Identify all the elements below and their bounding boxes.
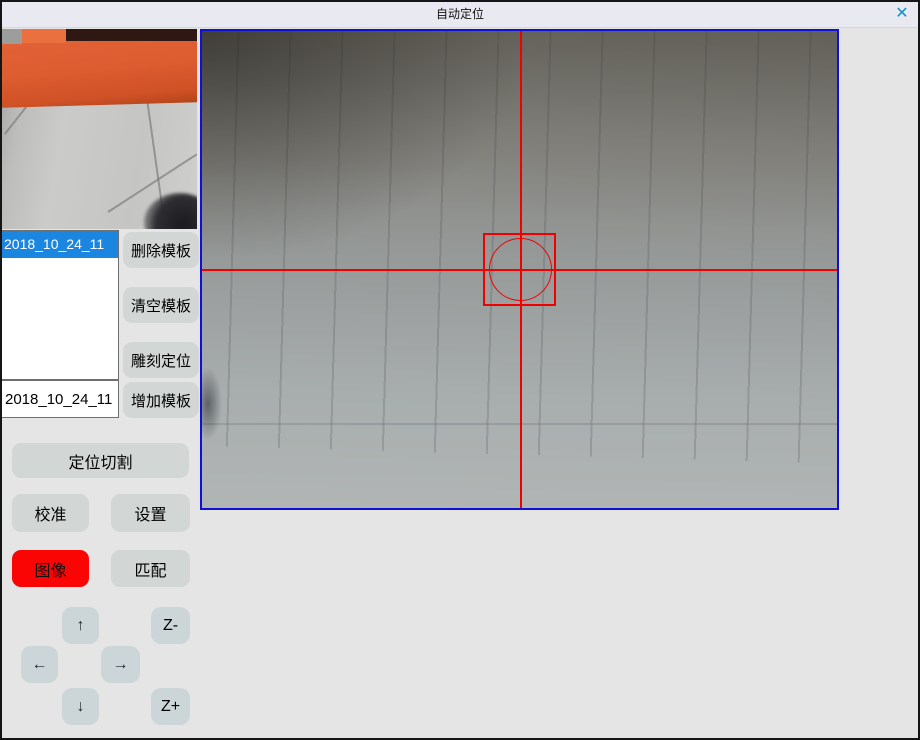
jog-left-arrow-button[interactable]: ← [21, 646, 58, 683]
auto-position-dialog: 自动定位 ✕ 2018_10_24_11 删除模板 清空模板 雕刻定位 增加模板… [0, 0, 920, 740]
z-plus-button[interactable]: Z+ [151, 688, 190, 725]
match-region-circle [489, 238, 552, 301]
position-cut-button[interactable]: 定位切割 [12, 443, 189, 478]
engrave-position-button[interactable]: 雕刻定位 [123, 342, 199, 378]
jog-right-arrow-button[interactable]: → [101, 646, 140, 683]
thumbnail-gray-patch [2, 29, 22, 44]
thumbnail-dark-strip [64, 29, 197, 41]
dialog-title: 自动定位 [0, 0, 920, 28]
settings-button[interactable]: 设置 [111, 494, 190, 532]
add-template-button[interactable]: 增加模板 [123, 382, 199, 418]
jog-down-arrow-button[interactable]: ↓ [62, 688, 99, 725]
jog-up-arrow-button[interactable]: ↑ [62, 607, 99, 644]
image-button-active[interactable]: 图像 [12, 550, 89, 587]
thumbnail-orange-block [22, 29, 66, 43]
titlebar: 自动定位 ✕ [0, 0, 920, 28]
z-minus-button[interactable]: Z- [151, 607, 190, 644]
calibrate-button[interactable]: 校准 [12, 494, 89, 532]
clear-templates-button[interactable]: 清空模板 [123, 287, 199, 323]
camera-feed [202, 31, 837, 508]
close-icon[interactable]: ✕ [891, 4, 913, 24]
template-name-field[interactable] [1, 380, 119, 418]
template-list-item[interactable]: 2018_10_24_11 [2, 231, 118, 258]
template-list[interactable]: 2018_10_24_11 [1, 230, 119, 380]
delete-template-button[interactable]: 删除模板 [123, 232, 199, 268]
template-thumbnail [2, 29, 197, 229]
camera-view [200, 29, 839, 510]
match-button[interactable]: 匹配 [111, 550, 190, 587]
